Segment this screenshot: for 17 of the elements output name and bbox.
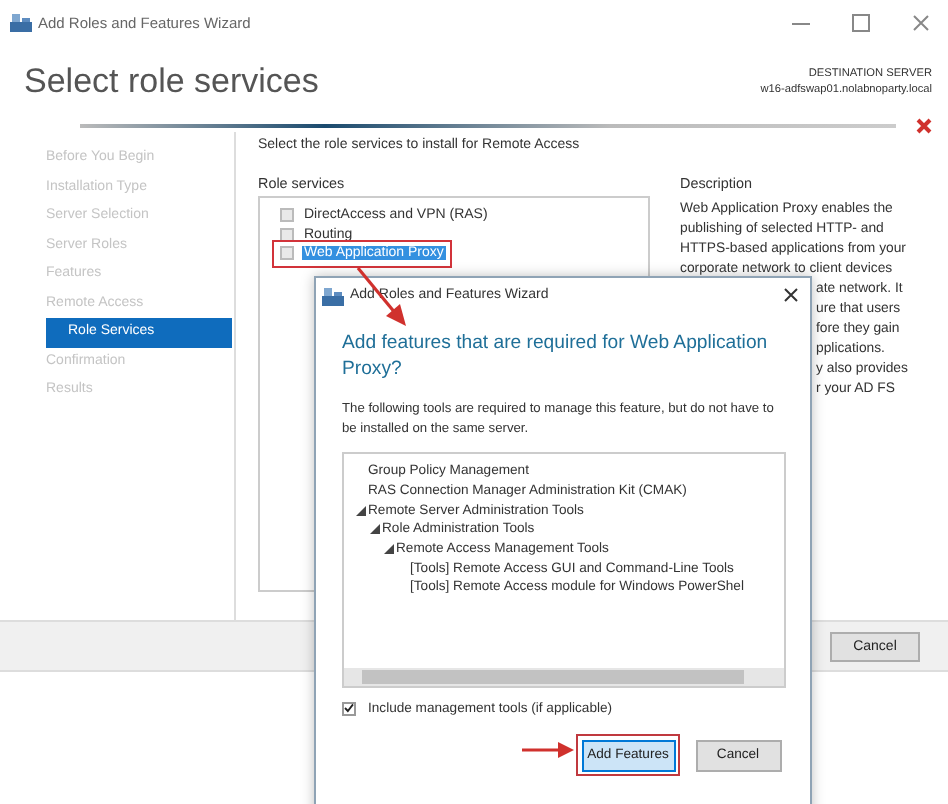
scrollbar[interactable] <box>344 668 784 686</box>
expand-icon[interactable] <box>384 544 394 555</box>
wizard-icon <box>322 285 344 305</box>
maximize-icon[interactable] <box>852 13 870 31</box>
checkbox[interactable] <box>342 701 356 715</box>
checkbox[interactable] <box>280 208 294 223</box>
expand-icon[interactable] <box>370 524 380 535</box>
expand-icon[interactable] <box>356 505 366 516</box>
error-icon <box>916 118 932 134</box>
close-icon[interactable] <box>784 288 798 302</box>
arrow <box>354 266 410 330</box>
arrow <box>522 742 574 758</box>
dialog-heading: Add features that are required for Web Application Proxy? <box>342 330 770 382</box>
checkbox[interactable] <box>280 246 294 261</box>
wizard-icon <box>10 12 32 32</box>
checkbox[interactable] <box>280 227 294 242</box>
page-title: Select role services <box>24 62 319 102</box>
